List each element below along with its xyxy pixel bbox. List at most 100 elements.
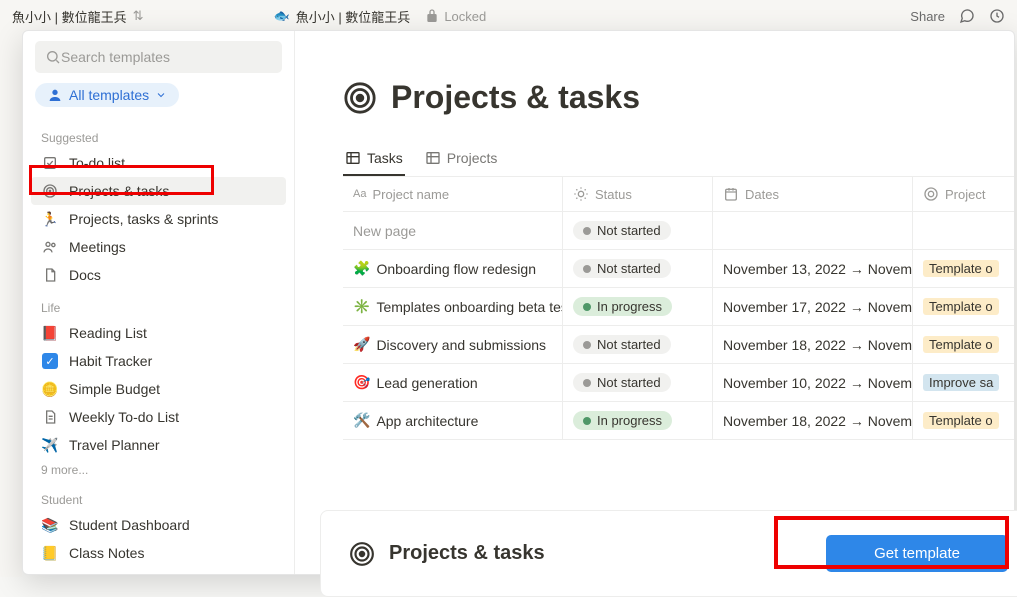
sidebar-item-label: Projects & tasks bbox=[69, 183, 169, 199]
target-icon bbox=[41, 182, 59, 200]
breadcrumb[interactable]: 魚小小 | 數位龍王兵 ⇅ bbox=[12, 7, 144, 26]
sidebar-item-label: Travel Planner bbox=[69, 437, 160, 453]
clock-icon[interactable] bbox=[989, 8, 1005, 24]
bottom-title: Projects & tasks bbox=[389, 542, 545, 565]
checkbox-icon bbox=[41, 154, 59, 172]
status-pill: Not started bbox=[573, 335, 671, 354]
tab-tasks[interactable]: Tasks bbox=[343, 144, 405, 176]
cell-status: Not started bbox=[563, 326, 713, 363]
breadcrumb-text: 魚小小 | 數位龍王兵 bbox=[12, 7, 127, 26]
project-tag: Template o bbox=[923, 298, 999, 315]
cell-name: ✳️Templates onboarding beta tes bbox=[343, 288, 563, 325]
cell-name: 🛠️App architecture bbox=[343, 402, 563, 439]
background-sidebar-edge bbox=[0, 32, 22, 577]
tab-projects[interactable]: Projects bbox=[423, 144, 500, 176]
more-link[interactable]: 9 more... bbox=[31, 459, 286, 481]
sidebar-item-label: To-do list bbox=[69, 155, 125, 171]
share-button[interactable]: Share bbox=[910, 9, 945, 24]
project-tag: Template o bbox=[923, 336, 999, 353]
sidebar-item-habit[interactable]: ✓ Habit Tracker bbox=[31, 347, 286, 375]
table-row[interactable]: ✳️Templates onboarding beta tesIn progre… bbox=[343, 288, 1014, 326]
cell-project bbox=[913, 212, 1014, 249]
table-row[interactable]: 🎯Lead generationNot startedNovember 10, … bbox=[343, 364, 1014, 402]
check-blue-icon: ✓ bbox=[41, 352, 59, 370]
cell-dates: November 18, 2022 → Novemb bbox=[713, 402, 913, 439]
project-tag: Improve sa bbox=[923, 374, 999, 391]
person-icon bbox=[47, 87, 63, 103]
sidebar-item-label: Meetings bbox=[69, 239, 126, 255]
sidebar-item-label: Simple Budget bbox=[69, 381, 160, 397]
sidebar-item-travel[interactable]: ✈️ Travel Planner bbox=[31, 431, 286, 459]
get-template-button[interactable]: Get template bbox=[826, 535, 1008, 572]
table-row[interactable]: 🛠️App architecture In progress November 18… bbox=[343, 402, 1014, 440]
sidebar-item-sprints[interactable]: 🏃Projects, tasks & sprints bbox=[31, 205, 286, 233]
cell-dates: November 17, 2022 → Novemb bbox=[713, 288, 913, 325]
cell-dates bbox=[713, 212, 913, 249]
cell-name: New page bbox=[343, 212, 563, 249]
sidebar-item-label: Habit Tracker bbox=[69, 353, 152, 369]
row-icon: 🚀 bbox=[353, 336, 370, 353]
updown-icon: ⇅ bbox=[133, 8, 144, 24]
sidebar-item-weekly[interactable]: Weekly To-do List bbox=[31, 403, 286, 431]
row-icon: 🧩 bbox=[353, 260, 370, 277]
comment-icon[interactable] bbox=[959, 8, 975, 24]
books-icon: 📚 bbox=[41, 516, 59, 534]
sidebar-item-meetings[interactable]: Meetings bbox=[31, 233, 286, 261]
target-icon bbox=[349, 541, 375, 567]
filter-chip[interactable]: All templates bbox=[35, 83, 179, 107]
sidebar-item-dashboard[interactable]: 📚Student Dashboard bbox=[31, 511, 286, 539]
col-project[interactable]: Project bbox=[913, 177, 1014, 211]
cell-project: Template o bbox=[913, 250, 1014, 287]
cell-name: 🧩Onboarding flow redesign bbox=[343, 250, 563, 287]
locked-indicator: Locked bbox=[424, 8, 486, 24]
row-icon: 🛠️ bbox=[353, 412, 370, 429]
cell-name: 🚀Discovery and submissions bbox=[343, 326, 563, 363]
people-icon bbox=[41, 238, 59, 256]
sidebar-item-classnotes[interactable]: 📒Class Notes bbox=[31, 539, 286, 567]
top-bar: 魚小小 | 數位龍王兵 ⇅ 🐟 魚小小 | 數位龍王兵 Locked Share bbox=[0, 0, 1017, 32]
section-suggested: Suggested bbox=[31, 127, 286, 149]
search-icon bbox=[45, 49, 61, 65]
doc-icon bbox=[41, 266, 59, 284]
table-row[interactable]: New page Not started bbox=[343, 212, 1014, 250]
runner-icon: 🏃 bbox=[41, 210, 59, 228]
status-pill: Not started bbox=[573, 259, 671, 278]
cell-dates: November 18, 2022 → Novemb bbox=[713, 326, 913, 363]
cell-dates: November 10, 2022 → Novemb bbox=[713, 364, 913, 401]
sun-icon bbox=[573, 186, 589, 202]
locked-label: Locked bbox=[444, 9, 486, 24]
chevron-down-icon bbox=[155, 89, 167, 101]
col-name[interactable]: AaProject name bbox=[343, 177, 563, 211]
sidebar-item-budget[interactable]: 🪙Simple Budget bbox=[31, 375, 286, 403]
calendar-icon bbox=[723, 186, 739, 202]
cell-status: Not started bbox=[563, 212, 713, 249]
breadcrumb-2[interactable]: 🐟 魚小小 | 數位龍王兵 bbox=[274, 7, 411, 26]
search-input[interactable] bbox=[61, 49, 272, 65]
sidebar-item-reading[interactable]: 📕Reading List bbox=[31, 319, 286, 347]
cell-status: Not started bbox=[563, 250, 713, 287]
search-container[interactable] bbox=[35, 41, 282, 73]
tab-label: Tasks bbox=[367, 150, 403, 166]
col-status[interactable]: Status bbox=[563, 177, 713, 211]
cell-status: In progress bbox=[563, 288, 713, 325]
status-pill: In progress bbox=[573, 411, 672, 430]
template-sidebar: All templates Suggested To-do list Proje… bbox=[23, 31, 295, 574]
status-pill: Not started bbox=[573, 221, 671, 240]
cell-status: Not started bbox=[563, 364, 713, 401]
fish-icon: 🐟 bbox=[274, 8, 290, 24]
cell-dates: November 13, 2022 → Novemb bbox=[713, 250, 913, 287]
row-icon: ✳️ bbox=[353, 298, 370, 315]
status-pill: Not started bbox=[573, 373, 671, 392]
table-row[interactable]: 🚀Discovery and submissions Not started Nov… bbox=[343, 326, 1014, 364]
plane-icon: ✈️ bbox=[41, 436, 59, 454]
col-dates[interactable]: Dates bbox=[713, 177, 913, 211]
cell-project: Template o bbox=[913, 288, 1014, 325]
table-row[interactable]: 🧩Onboarding flow redesign Not started Nove… bbox=[343, 250, 1014, 288]
sidebar-item-docs[interactable]: Docs bbox=[31, 261, 286, 289]
breadcrumb-2-text: 魚小小 | 數位龍王兵 bbox=[296, 7, 411, 26]
sidebar-item-todo[interactable]: To-do list bbox=[31, 149, 286, 177]
book-red-icon: 📕 bbox=[41, 324, 59, 342]
get-template-bar: Projects & tasks Get template bbox=[320, 510, 1017, 597]
sidebar-item-projects-tasks[interactable]: Projects & tasks bbox=[31, 177, 286, 205]
target-icon bbox=[343, 81, 377, 115]
